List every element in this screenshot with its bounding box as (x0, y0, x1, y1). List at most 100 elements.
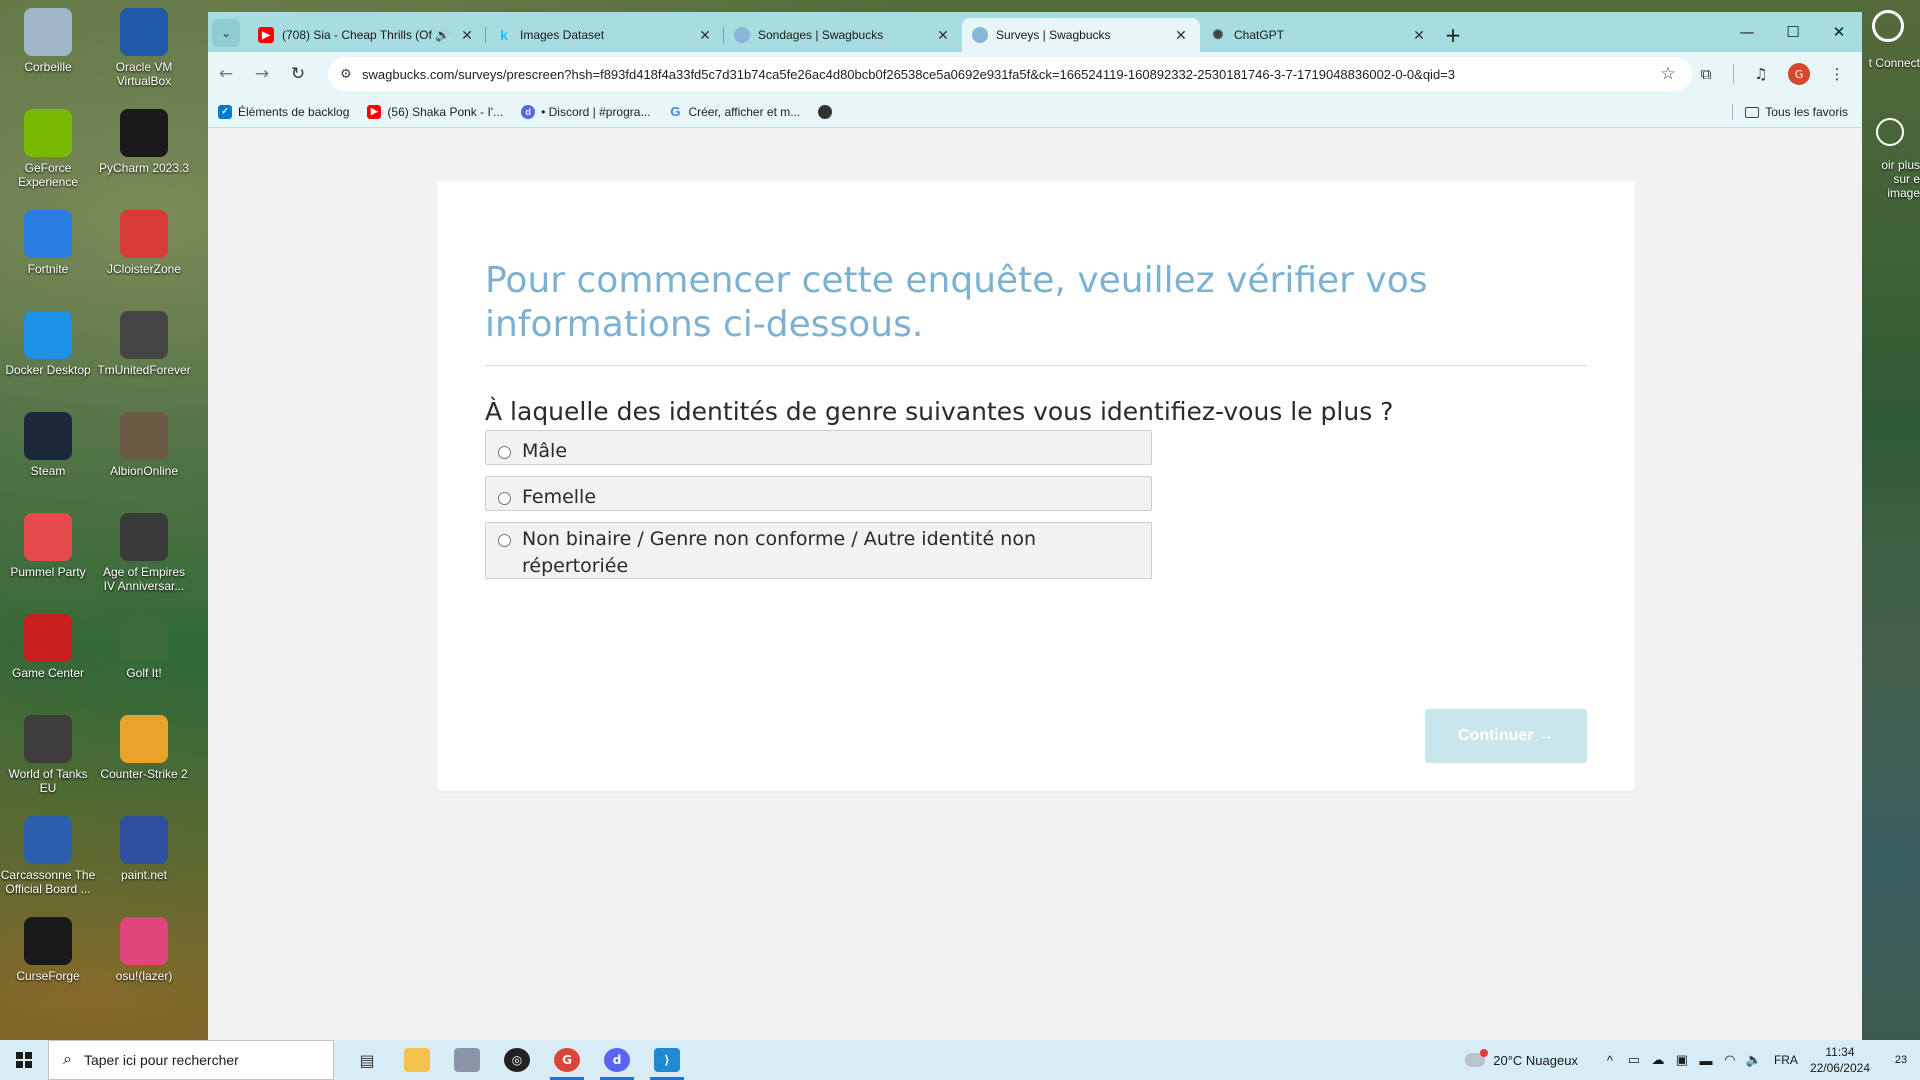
desktop-icon[interactable]: GeForce Experience (0, 109, 96, 189)
radio-button[interactable] (498, 492, 511, 505)
battery-icon[interactable]: ▬ (1694, 1053, 1718, 1068)
all-bookmarks-label: Tous les favoris (1765, 105, 1848, 119)
continue-button[interactable]: Continuer → (1425, 709, 1587, 763)
option-male[interactable]: Mâle (485, 430, 1152, 465)
desktop-icon-label: Counter-Strike 2 (100, 767, 188, 781)
desktop-icon[interactable]: Pummel Party (0, 513, 96, 579)
new-tab-button[interactable]: + (1438, 18, 1468, 52)
desktop-icon[interactable]: Carcassonne The Official Board ... (0, 816, 96, 896)
desktop-icon[interactable]: Docker Desktop (0, 311, 96, 377)
taskbar-ubisoft[interactable]: ◎ (492, 1040, 542, 1080)
desktop-icon[interactable]: AlbionOnline (96, 412, 192, 478)
desktop-icon[interactable]: JCloisterZone (96, 210, 192, 276)
tab-search-button[interactable]: ⌄ (212, 19, 240, 47)
url-text[interactable]: swagbucks.com/surveys/prescreen?hsh=f893… (362, 67, 1656, 82)
desktop-icon-label: paint.net (120, 868, 168, 882)
toolbar-divider (1733, 64, 1734, 84)
site-info-icon[interactable]: ⚙ (340, 67, 362, 82)
media-control-icon[interactable]: ♫ (1744, 57, 1778, 91)
bookmark-discord[interactable]: d • Discord | #progra... (521, 104, 650, 119)
tab-title: Surveys | Swagbucks (996, 28, 1111, 42)
windows-icon (16, 1052, 32, 1068)
radio-button[interactable] (498, 446, 511, 459)
tab-chatgpt[interactable]: ✺ ChatGPT ✕ (1200, 18, 1438, 52)
chevron-down-icon: ⌄ (220, 26, 232, 40)
task-view-button[interactable]: ▤ (342, 1040, 392, 1080)
wifi-icon[interactable]: ◠ (1718, 1052, 1742, 1068)
desktop-icon[interactable]: Steam (0, 412, 96, 478)
profile-avatar[interactable]: G (1788, 63, 1810, 85)
close-icon[interactable]: ✕ (696, 27, 714, 44)
desktop-icon[interactable]: Age of Empires IV Anniversar... (96, 513, 192, 593)
desktop-icon[interactable]: PyCharm 2023.3 (96, 109, 192, 175)
close-icon[interactable]: ✕ (934, 27, 952, 44)
all-bookmarks-button[interactable]: Tous les favoris (1732, 96, 1848, 128)
ubisoft-connect-icon[interactable] (1872, 10, 1904, 42)
dice-icon (24, 513, 72, 561)
desktop-icon[interactable]: Game Center (0, 614, 96, 680)
tab-youtube[interactable]: ▶ (708) Sia - Cheap Thrills (Of 🔊 ✕ (248, 18, 486, 52)
close-icon[interactable]: ✕ (1410, 27, 1428, 44)
bookmark-google[interactable]: G Créer, afficher et m... (668, 104, 800, 119)
bookmarks-divider (1732, 104, 1734, 120)
desktop-icon-label: Corbeille (24, 60, 72, 74)
minimize-button[interactable]: — (1724, 12, 1770, 52)
menu-icon[interactable]: ⋮ (1820, 57, 1854, 91)
desktop-icon[interactable]: TmUnitedForever (96, 311, 192, 377)
desktop-icon-label: t Connect (1868, 56, 1920, 70)
desktop-icon[interactable]: Counter-Strike 2 (96, 715, 192, 781)
desktop-icon[interactable]: osu!(lazer) (96, 917, 192, 983)
clock[interactable]: 11:34 22/06/2024 (1810, 1044, 1870, 1076)
close-window-button[interactable]: ✕ (1816, 12, 1862, 52)
desktop-icon[interactable]: Oracle VM VirtualBox (96, 8, 192, 88)
radio-button[interactable] (498, 534, 511, 547)
close-icon[interactable]: ✕ (1172, 27, 1190, 44)
address-bar[interactable]: ⚙ swagbucks.com/surveys/prescreen?hsh=f8… (328, 57, 1692, 91)
tray-icon[interactable]: ▭ (1622, 1052, 1646, 1068)
desktop-icon[interactable]: paint.net (96, 816, 192, 882)
notification-button[interactable]: 23 (1882, 1040, 1920, 1080)
desktop-icon-label: Game Center (11, 666, 85, 680)
close-icon[interactable]: ✕ (458, 27, 476, 44)
bookmark-globe[interactable] (818, 104, 838, 119)
tab-strip: ⌄ ▶ (708) Sia - Cheap Thrills (Of 🔊 ✕ k … (208, 12, 1862, 52)
taskbar-app[interactable] (442, 1040, 492, 1080)
pycharm-icon (120, 109, 168, 157)
desktop-icon-label: Oracle VM VirtualBox (115, 60, 173, 88)
option-female[interactable]: Femelle (485, 476, 1152, 511)
steam-icon (24, 412, 72, 460)
speaker-icon[interactable]: 🔊 (435, 28, 450, 42)
desktop-icon[interactable]: CurseForge (0, 917, 96, 983)
bookmark-star-icon[interactable]: ☆ (1656, 64, 1680, 84)
tab-surveys-swagbucks[interactable]: Surveys | Swagbucks ✕ (962, 18, 1200, 52)
desktop-icon[interactable]: Golf It! (96, 614, 192, 680)
back-button[interactable]: ← (208, 56, 244, 92)
option-non-binary[interactable]: Non binaire / Genre non conforme / Autre… (485, 522, 1152, 579)
language-indicator[interactable]: FRA (1774, 1053, 1798, 1067)
desktop-icon-label: World of Tanks EU (8, 767, 88, 795)
taskbar-discord[interactable]: d (592, 1040, 642, 1080)
desktop-icon[interactable]: Corbeille (0, 8, 96, 74)
forward-button[interactable]: → (244, 56, 280, 92)
taskbar-chrome[interactable]: G (542, 1040, 592, 1080)
display-icon[interactable]: ▣ (1670, 1052, 1694, 1068)
taskbar-file-explorer[interactable] (392, 1040, 442, 1080)
onedrive-icon[interactable]: ☁ (1646, 1052, 1670, 1068)
tab-sondages-swagbucks[interactable]: Sondages | Swagbucks ✕ (724, 18, 962, 52)
start-button[interactable] (0, 1040, 48, 1080)
taskbar-vscode[interactable]: ⟩ (642, 1040, 692, 1080)
lens-icon[interactable] (1876, 118, 1904, 146)
chevron-up-icon[interactable]: ^ (1598, 1053, 1622, 1068)
volume-icon[interactable]: 🔈 (1742, 1052, 1766, 1068)
weather-widget[interactable]: 20°C Nuageux (1465, 1049, 1578, 1068)
bookmark-backlog[interactable]: ✓ Éléments de backlog (218, 104, 349, 119)
desktop-icon[interactable]: World of Tanks EU (0, 715, 96, 795)
desktop-icon[interactable]: Fortnite (0, 210, 96, 276)
taskbar-search[interactable]: ⌕ Taper ici pour rechercher (48, 1040, 334, 1080)
tab-images-dataset[interactable]: k Images Dataset ✕ (486, 18, 724, 52)
bookmark-shaka-ponk[interactable]: ▶ (56) Shaka Ponk - I'... (367, 104, 503, 119)
option-label: Non binaire / Genre non conforme / Autre… (522, 528, 1036, 577)
extensions-icon[interactable]: ⧉ (1689, 57, 1723, 91)
maximize-button[interactable]: ☐ (1770, 12, 1816, 52)
reload-button[interactable]: ↻ (280, 56, 316, 92)
